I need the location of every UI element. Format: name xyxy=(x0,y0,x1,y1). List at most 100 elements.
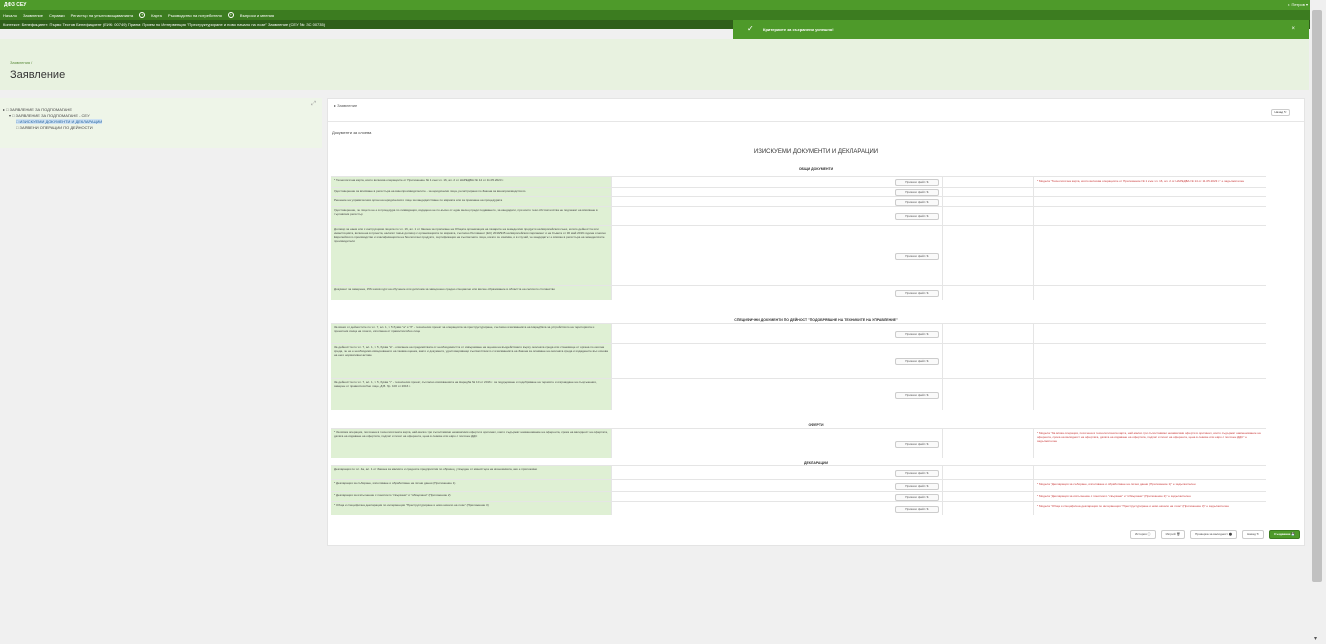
file-field[interactable] xyxy=(611,492,895,501)
tree-item-documents[interactable]: □ ИЗИСКУЕМИ ДОКУМЕНТИ И ДЕКЛАРАЦИИ xyxy=(16,119,103,124)
file-status-cell xyxy=(942,429,1031,458)
chevron-down-icon[interactable]: ▾ xyxy=(1314,635,1317,642)
history-button[interactable]: История ⓘ xyxy=(1130,530,1156,539)
document-tree: ▸ □ ЗАЯВЛЕНИЕ ЗА ПОДПОМАГАНЕ ▾ □ ЗАЯВЛЕН… xyxy=(3,107,103,131)
file-field[interactable] xyxy=(611,188,895,196)
upload-file-button[interactable]: Прикачи файл ⇅ xyxy=(895,199,939,206)
nav-item-manual[interactable]: Ръководство на потребителя xyxy=(168,13,222,18)
upload-file-button[interactable]: Прикачи файл ⇅ xyxy=(895,290,939,297)
scrollbar[interactable]: ▾ xyxy=(1310,0,1326,644)
document-description: За дейността по чл. 7, ал. 1, т. 5, букв… xyxy=(331,379,611,410)
nav-item-questions[interactable]: Въпроси и мнения xyxy=(240,13,274,18)
nav-items: Начало Заявление Справки Регистър на упъ… xyxy=(3,12,274,18)
document-description: За дейността по чл. 7, ал. 1, т. 5, букв… xyxy=(331,344,611,378)
document-description: Договор за наем или с инструкциям лицата… xyxy=(331,226,611,285)
document-description: За всеки от дейностите по чл. 7, ал. 1, … xyxy=(331,324,611,343)
page-title: Заявление xyxy=(10,69,66,81)
file-status-cell xyxy=(942,286,1031,300)
success-toast: ✓ Критериите за съхранени успешно! × xyxy=(733,20,1309,39)
nav-item-application[interactable]: Заявление xyxy=(23,13,43,18)
upload-file-button[interactable]: Прикачи файл ⇅ xyxy=(895,483,939,490)
document-row: За всеки от дейностите по чл. 7, ал. 1, … xyxy=(331,323,1266,343)
file-field[interactable] xyxy=(611,286,895,300)
upload-file-button[interactable]: Прикачи файл ⇅ xyxy=(895,470,939,477)
file-field[interactable] xyxy=(611,207,895,225)
plus-icon[interactable]: + xyxy=(139,12,146,18)
validation-message: * Модела "Обща и специфична декларация п… xyxy=(1033,502,1266,515)
document-row: Решение на управителния орган на юридиче… xyxy=(331,196,1266,206)
upload-file-button[interactable]: Прикачи файл ⇅ xyxy=(895,213,939,220)
upload-file-button[interactable]: Прикачи файл ⇅ xyxy=(895,441,939,448)
upload-file-button[interactable]: Прикачи файл ⇅ xyxy=(895,494,939,501)
main-panel: ▸ Заявление Назад ↻ Документи за слоева … xyxy=(327,98,1305,546)
top-bar: ДФЗ СЕУ r. Петров ▾ xyxy=(0,0,1316,10)
delete-button[interactable]: Изтрий 🗑 xyxy=(1160,530,1186,539)
document-row: * Декларация за събиране, използване и о… xyxy=(331,479,1266,491)
document-description: * Декларация за изпълнение с понятието "… xyxy=(331,492,611,501)
document-description: * За всяка операция, посочена в технолог… xyxy=(331,429,611,458)
main-nav: Начало Заявление Справки Регистър на упъ… xyxy=(0,10,1316,20)
document-description: Удостоверение, че лицето не е в процедур… xyxy=(331,207,611,225)
validation-message: * Модела "Декларация за събиране, използ… xyxy=(1033,480,1266,491)
file-field[interactable] xyxy=(611,379,895,410)
app-brand[interactable]: ДФЗ СЕУ xyxy=(4,2,26,8)
tree-item-operations[interactable]: □ ЗАЯВЕНИ ОПЕРАЦИИ ПО ДЕЙНОСТИ xyxy=(3,125,102,131)
upload-file-button[interactable]: Прикачи файл ⇅ xyxy=(895,392,939,399)
back-button[interactable]: Назад ↻ xyxy=(1271,109,1290,116)
document-row: За дейността по чл. 7, ал. 1, т. 5, букв… xyxy=(331,343,1266,378)
nav-item-map[interactable]: Карта xyxy=(151,13,162,18)
file-status-cell xyxy=(942,480,1031,491)
file-status-cell xyxy=(942,197,1031,206)
file-field[interactable] xyxy=(611,344,895,378)
file-field[interactable] xyxy=(611,502,895,515)
file-field[interactable] xyxy=(611,177,895,187)
document-description: Декларация по чл. 4а, ал. 1 от Закона за… xyxy=(331,466,611,479)
nav-item-authorizations[interactable]: Регистър на упълномощаванията xyxy=(71,13,133,18)
expand-icon[interactable]: ⤢ xyxy=(311,101,316,108)
validation-message xyxy=(1033,207,1266,225)
group-title: СПЕЦИФИЧНИ ДОКУМЕНТИ ПО ДЕЙНОСТ "ПОДОБРЯ… xyxy=(734,318,898,322)
document-row: * Декларация за изпълнение с понятието "… xyxy=(331,491,1266,501)
validate-button[interactable]: Проверка за валидност ⬤ xyxy=(1190,530,1238,539)
file-field[interactable] xyxy=(611,197,895,206)
upload-file-button[interactable]: Прикачи файл ⇅ xyxy=(895,253,939,260)
document-row: * Технологична карта, която включва опер… xyxy=(331,176,1266,187)
breadcrumb[interactable]: Заявления / xyxy=(10,60,32,65)
file-status-cell xyxy=(942,466,1031,479)
validation-message xyxy=(1033,197,1266,206)
section-toggle[interactable]: ▸ Заявление xyxy=(334,103,357,108)
file-field[interactable] xyxy=(611,466,895,479)
file-field[interactable] xyxy=(611,226,895,285)
upload-file-button[interactable]: Прикачи файл ⇅ xyxy=(895,331,939,338)
upload-file-button[interactable]: Прикачи файл ⇅ xyxy=(895,189,939,196)
back-button[interactable]: Назад ↻ xyxy=(1242,530,1265,539)
upload-file-button[interactable]: Прикачи файл ⇅ xyxy=(895,179,939,186)
document-row: За дейността по чл. 7, ал. 1, т. 5, букв… xyxy=(331,378,1266,410)
file-status-cell xyxy=(942,379,1031,410)
plus-icon[interactable]: + xyxy=(227,12,234,18)
file-status-cell xyxy=(942,344,1031,378)
document-description: Документ за заверена, 156-часов курс на … xyxy=(331,286,611,300)
document-row: Декларация по чл. 4а, ал. 1 от Закона за… xyxy=(331,465,1266,479)
validation-message: * Модела "Декларация за изпълнение с пон… xyxy=(1033,492,1266,501)
file-status-cell xyxy=(942,177,1031,187)
document-row: Документ за заверена, 156-часов курс на … xyxy=(331,285,1266,300)
scrollbar-thumb[interactable] xyxy=(1312,10,1322,582)
close-icon[interactable]: × xyxy=(1291,26,1295,32)
file-status-cell xyxy=(942,324,1031,343)
save-button[interactable]: Създаване 💾 xyxy=(1269,530,1300,539)
file-status-cell xyxy=(942,492,1031,501)
file-field[interactable] xyxy=(611,429,895,458)
nav-item-reports[interactable]: Справки xyxy=(49,13,65,18)
section-header: ▸ Заявление Назад ↻ xyxy=(328,99,1304,122)
file-status-cell xyxy=(942,188,1031,196)
user-menu[interactable]: r. Петров ▾ xyxy=(1288,2,1308,7)
validation-message: * Модела "Технологична карта, която вклю… xyxy=(1033,177,1266,187)
toast-message: Критериите за съхранени успешно! xyxy=(763,27,834,32)
file-field[interactable] xyxy=(611,480,895,491)
upload-file-button[interactable]: Прикачи файл ⇅ xyxy=(895,358,939,365)
validation-message xyxy=(1033,188,1266,196)
nav-item-home[interactable]: Начало xyxy=(3,13,17,18)
file-field[interactable] xyxy=(611,324,895,343)
upload-file-button[interactable]: Прикачи файл ⇅ xyxy=(895,506,939,513)
